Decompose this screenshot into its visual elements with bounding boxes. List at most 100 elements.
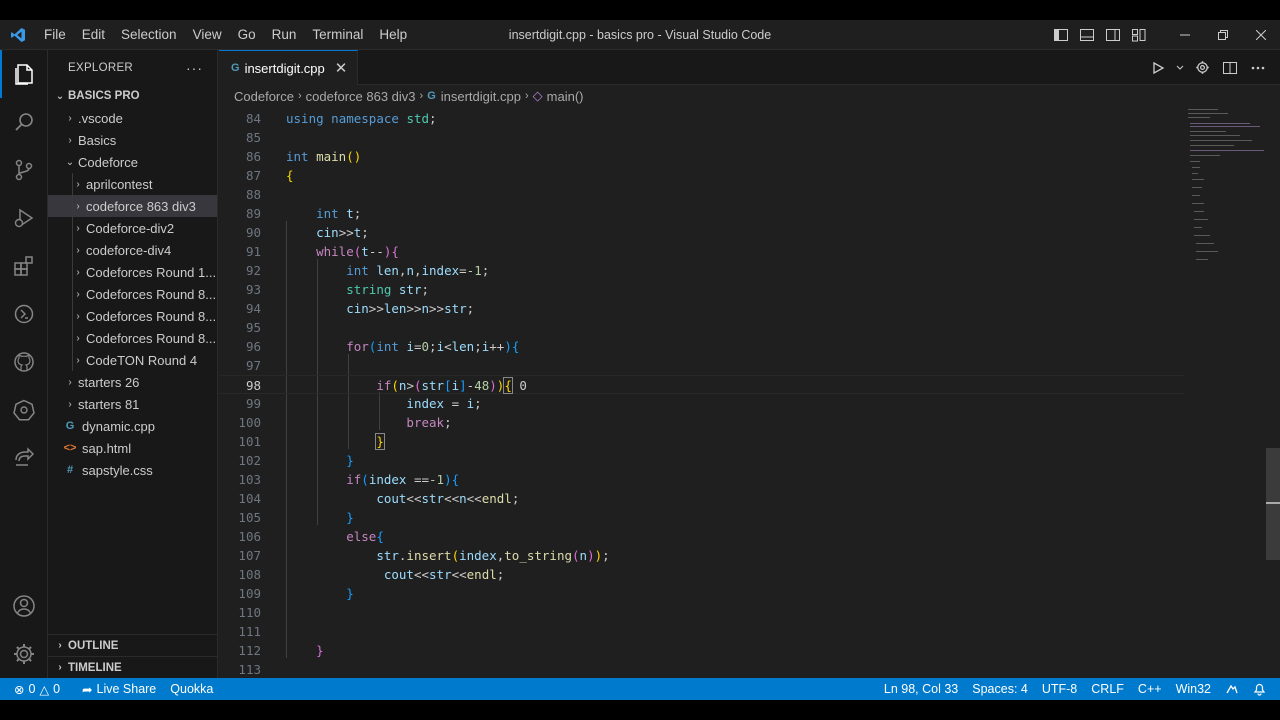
extensions-icon[interactable] [0,242,48,290]
notifications-bell-icon[interactable] [1246,678,1280,700]
minimize-button[interactable] [1166,20,1204,50]
tree-item-label: Codeforces Round 8... [86,286,217,302]
restore-button[interactable] [1204,20,1242,50]
platform[interactable]: Win32 [1169,678,1218,700]
tree-item-codeforce-div2[interactable]: › Codeforce-div2 [48,217,217,239]
settings-gear-icon[interactable] [1190,56,1214,80]
tree-item-vscode[interactable]: › .vscode [48,107,217,129]
warning-icon: △ [39,682,50,697]
error-icon: ⊗ [14,682,25,697]
quokka-status[interactable]: Quokka [163,678,220,700]
tree-item-codeton-round-4[interactable]: › CodeTON Round 4 [48,349,217,371]
menu-terminal[interactable]: Terminal [304,20,371,50]
tree-item-label: CodeTON Round 4 [86,352,198,368]
breadcrumb-item[interactable]: insertdigit.cpp [441,89,521,104]
menu-help[interactable]: Help [371,20,415,50]
tree-item-codeforces-round-8b[interactable]: › Codeforces Round 8... [48,305,217,327]
code-line: 111 [219,622,1219,641]
breadcrumb-item[interactable]: codeforce 863 div3 [306,89,416,104]
line-number: 107 [238,548,261,563]
line-number: 98 [245,378,261,393]
close-window-button[interactable] [1242,20,1280,50]
more-icon[interactable] [1246,56,1270,80]
customize-layout-icon[interactable] [1126,20,1152,50]
line-number: 104 [238,491,261,506]
settings-gear-icon[interactable] [0,630,48,678]
tree-item-sapstyle-css[interactable]: # sapstyle.css [48,459,217,481]
encoding[interactable]: UTF-8 [1035,678,1084,700]
workspace-root[interactable]: ⌄ BASICS PRO [48,85,217,107]
toggle-secondary-sidebar-icon[interactable] [1100,20,1126,50]
tree-item-codeforces-round-8c[interactable]: › Codeforces Round 8... [48,327,217,349]
search-icon[interactable] [0,98,48,146]
files-icon[interactable] [0,50,48,98]
menu-go[interactable]: Go [230,20,264,50]
toggle-sidebar-icon[interactable] [1048,20,1074,50]
toggle-panel-icon[interactable] [1074,20,1100,50]
tree-item-label: starters 26 [78,374,140,390]
code-line: 94 cin>>len>>n>>str; [219,299,1219,318]
menu-run[interactable]: Run [264,20,305,50]
run-icon[interactable] [1146,56,1170,80]
vertical-scrollbar[interactable] [1266,448,1280,560]
remote-icon[interactable] [0,290,48,338]
account-icon[interactable] [0,582,48,630]
explorer-header: EXPLORER ··· [48,50,217,85]
code-line: 107 str.insert(index,to_string(n)); [219,546,1219,565]
code-editor[interactable]: 84 using namespace std; 85 86 int main() 8… [219,107,1280,678]
language-mode[interactable]: C++ [1131,678,1169,700]
title-bar-controls [1048,20,1280,50]
breadcrumb-item[interactable]: main() [547,89,584,104]
code-line: 86 int main() [219,147,1219,166]
tree-item-label: codeforce-div4 [86,242,172,258]
tree-item-codeforce[interactable]: ⌄ Codeforce [48,151,217,173]
source-control-icon[interactable] [0,146,48,194]
code-line: 87{ [219,166,1219,185]
error-count: 0 [28,682,36,696]
tree-item-codeforces-round-8a[interactable]: › Codeforces Round 8... [48,283,217,305]
line-number: 95 [245,320,261,335]
tab-insertdigit-cpp[interactable]: G insertdigit.cpp ✕ [219,50,359,85]
timeline-section[interactable]: › TIMELINE [48,656,217,678]
live-share-status[interactable]: ➦ Live Share [75,678,163,700]
line-number: 105 [238,510,261,525]
tree-item-codeforce-div4[interactable]: › codeforce-div4 [48,239,217,261]
menu-view[interactable]: View [185,20,230,50]
split-editor-icon[interactable] [1218,56,1242,80]
breadcrumb-item[interactable]: Codeforce [234,89,294,104]
tree-item-dynamic-cpp[interactable]: G dynamic.cpp [48,415,217,437]
tree-item-starters-26[interactable]: › starters 26 [48,371,217,393]
run-debug-icon[interactable] [0,194,48,242]
tree-item-basics[interactable]: › Basics [48,129,217,151]
line-number: 113 [238,662,261,677]
feedback-icon[interactable] [1218,678,1246,700]
code-line: 100 break; [219,413,1219,432]
tree-item-codeforces-round-1[interactable]: › Codeforces Round 1... [48,261,217,283]
code-line: 91 while(t--){ [219,242,1219,261]
minimap[interactable] [1186,107,1266,327]
more-actions-icon[interactable]: ··· [186,60,203,76]
cursor-position[interactable]: Ln 98, Col 33 [877,678,965,700]
problems-indicator[interactable]: ⊗ 0 △ 0 [0,678,67,700]
code-line: 90 cin>>t; [219,223,1219,242]
indentation[interactable]: Spaces: 4 [965,678,1035,700]
tree-item-starters-81[interactable]: › starters 81 [48,393,217,415]
line-number: 102 [238,453,261,468]
live-share-label: Live Share [96,682,157,696]
code-line: 97 [219,356,1219,375]
chevron-down-icon[interactable] [1174,56,1186,80]
end-of-line[interactable]: CRLF [1084,678,1131,700]
tree-item-aprilcontest[interactable]: › aprilcontest [48,173,217,195]
code-line-current: 98 if(n>(str[i]-48)){ 0 [219,375,1184,394]
tree-item-codeforce-863-div3[interactable]: › codeforce 863 div3 [48,195,217,217]
menu-file[interactable]: File [36,20,74,50]
live-share-icon[interactable] [0,434,48,482]
close-icon[interactable]: ✕ [335,59,348,77]
menu-selection[interactable]: Selection [113,20,185,50]
outline-section[interactable]: › OUTLINE [48,634,217,656]
kubernetes-icon[interactable] [0,386,48,434]
tree-item-sap-html[interactable]: <> sap.html [48,437,217,459]
code-line: 88 [219,185,1219,204]
github-icon[interactable] [0,338,48,386]
menu-edit[interactable]: Edit [74,20,113,50]
